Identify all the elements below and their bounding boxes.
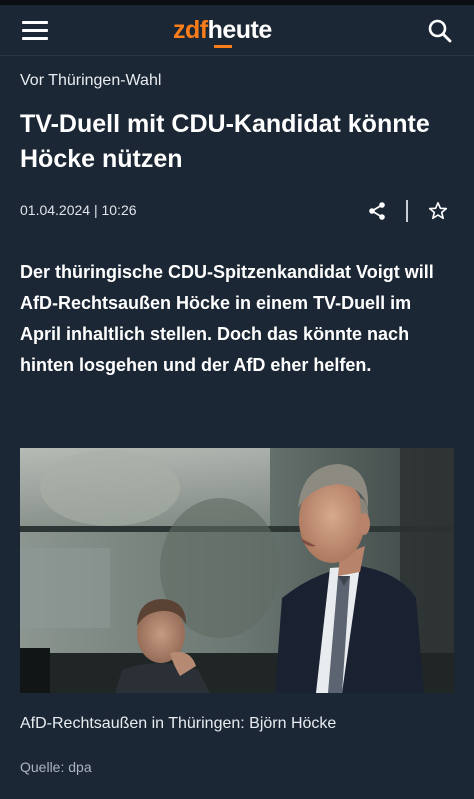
image-caption: AfD-Rechtsaußen in Thüringen: Björn Höck…	[20, 715, 337, 732]
app-header: zdfheute	[0, 5, 474, 56]
search-icon[interactable]	[427, 18, 453, 44]
article-lead: Der thüringische CDU-Spitzenkandidat Voi…	[20, 262, 434, 375]
logo-heute: heute	[207, 16, 273, 44]
article-photo	[20, 448, 454, 693]
article-title: TV-Duell mit CDU-Kandidat könnte Höcke n…	[20, 110, 430, 173]
action-divider	[406, 200, 408, 222]
article-kicker: Vor Thüringen-Wahl	[20, 72, 162, 89]
zdfheute-logo[interactable]: zdfheute	[173, 16, 272, 46]
article-date: 01.04.2024 | 10:26	[20, 202, 137, 218]
logo-zdf: zdf	[173, 16, 208, 44]
star-icon[interactable]	[428, 201, 448, 221]
image-source: Quelle: dpa	[20, 759, 92, 775]
share-icon[interactable]	[367, 201, 387, 221]
hamburger-menu-icon[interactable]	[22, 19, 50, 41]
